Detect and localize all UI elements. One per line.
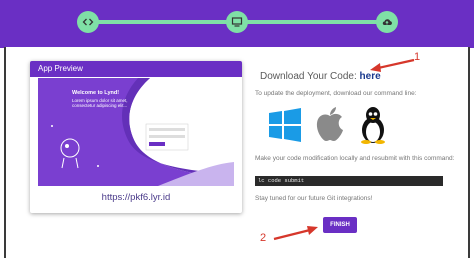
apple-icon[interactable] <box>314 106 346 142</box>
command-box[interactable]: lc code submit <box>255 176 443 186</box>
windows-icon[interactable] <box>268 108 302 142</box>
finish-button[interactable]: FINISH <box>323 217 357 233</box>
annotation-arrow-2 <box>273 226 318 241</box>
code-icon <box>82 18 94 26</box>
deploy-instructions: To update the deployment, download our c… <box>255 90 417 97</box>
modify-instructions: Make your code modification locally and … <box>255 155 455 162</box>
step-desktop[interactable] <box>226 11 248 33</box>
git-integration-note: Stay tuned for our future Git integratio… <box>255 195 373 202</box>
annotation-arrow-1 <box>370 58 415 72</box>
download-label-text: Download Your Code: <box>260 71 357 82</box>
preview-url-link[interactable]: https://pkf6.lyr.id <box>30 192 242 203</box>
app-preview-screenshot[interactable]: Welcome to Lynd! Lorem ipsum dolor sit a… <box>38 78 234 186</box>
preview-welcome-text: Welcome to Lynd! <box>72 90 120 96</box>
preview-screenshot-art <box>38 78 234 186</box>
desktop-icon <box>231 17 243 27</box>
annotation-number-2: 2 <box>260 232 267 244</box>
preview-body-text: Lorem ipsum dolor sit amet, consectetur … <box>72 98 128 108</box>
app-preview-title: App Preview <box>30 61 242 77</box>
step-upload[interactable] <box>376 11 398 33</box>
download-code-label: Download Your Code: here <box>260 71 381 82</box>
step-code[interactable] <box>77 11 99 33</box>
cloud-upload-icon <box>382 19 392 25</box>
app-preview-card: App Preview Welcome to Lynd! Lorem ipsum… <box>30 61 242 213</box>
linux-icon[interactable] <box>358 106 388 144</box>
